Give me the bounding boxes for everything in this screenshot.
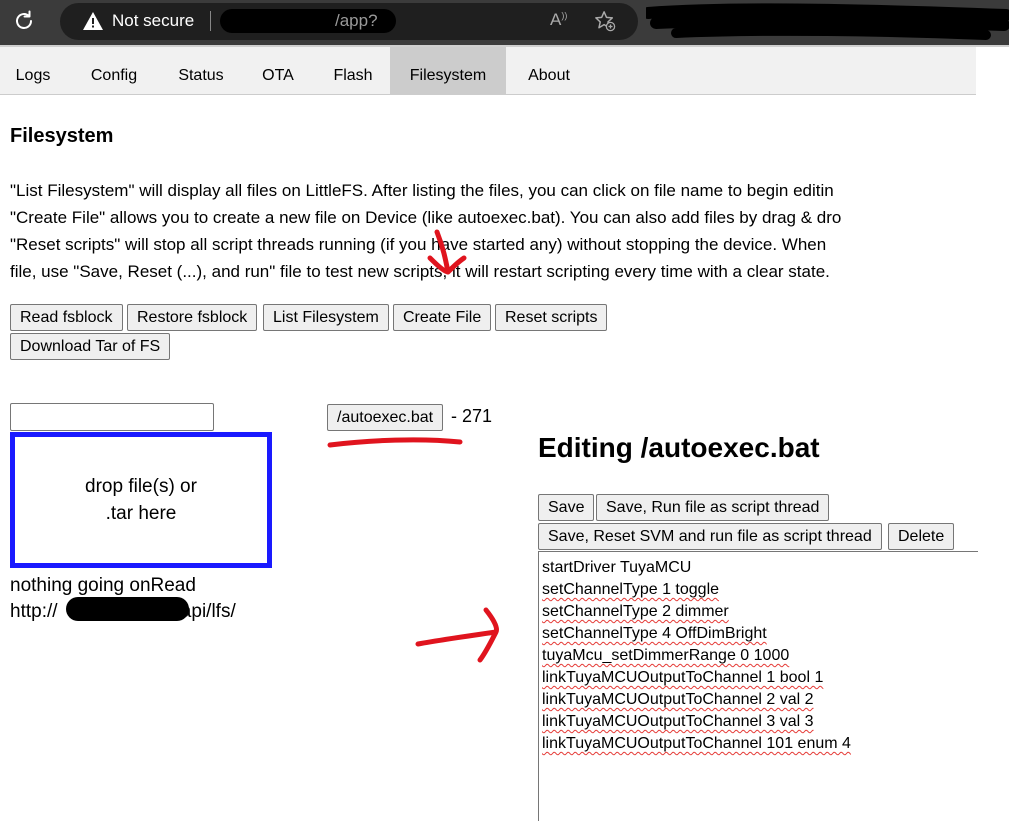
api-url-prefix: http:// (10, 601, 58, 622)
description-line: "Reset scripts" will stop all script thr… (10, 235, 827, 254)
save-button[interactable]: Save (538, 494, 595, 521)
code-line: linkTuyaMCUOutputToChannel 3 val 3 (542, 713, 814, 730)
security-label[interactable]: Not secure (112, 11, 194, 31)
description-line: "Create File" allows you to create a new… (10, 208, 842, 227)
tab-logs[interactable]: Logs (0, 47, 66, 95)
create-file-button[interactable]: Create File (393, 304, 492, 331)
code-line: tuyaMcu_setDimmerRange 0 1000 (542, 647, 790, 664)
read-aloud-icon[interactable]: A)) (550, 10, 567, 30)
save-reset-run-button[interactable]: Save, Reset SVM and run file as script t… (538, 523, 882, 550)
file-size: - 271 (451, 406, 493, 426)
description-line: "List Filesystem" will display all files… (10, 181, 834, 200)
page-title: Filesystem (10, 125, 114, 147)
redacted-scribble (646, 3, 1009, 40)
code-line: setChannelType 1 toggle (542, 581, 720, 598)
annotation-underline-file (327, 437, 463, 448)
code-line: linkTuyaMCUOutputToChannel 101 enum 4 (542, 735, 851, 752)
reload-icon[interactable] (12, 9, 36, 33)
code-line: linkTuyaMCUOutputToChannel 1 bool 1 (542, 669, 824, 686)
tab-about[interactable]: About (506, 47, 592, 95)
upload-status: nothing going onRead (10, 575, 196, 596)
description-line: file, use "Save, Reset (...), and run" f… (10, 262, 830, 281)
file-autoexec-button[interactable]: /autoexec.bat (327, 404, 444, 431)
tab-flash[interactable]: Flash (316, 47, 390, 95)
script-editor[interactable]: startDriver TuyaMCU setChannelType 1 tog… (538, 551, 978, 821)
tab-config[interactable]: Config (66, 47, 162, 95)
code-line: linkTuyaMCUOutputToChannel 2 val 2 (542, 691, 814, 708)
tab-ota[interactable]: OTA (240, 47, 316, 95)
read-fsblock-button[interactable]: Read fsblock (10, 304, 123, 331)
code-line: setChannelType 2 dimmer (542, 603, 729, 620)
delete-button[interactable]: Delete (888, 523, 955, 550)
description: "List Filesystem" will display all files… (10, 177, 976, 285)
address-bar[interactable]: Not secure /app? A)) (60, 3, 638, 40)
editor-title: Editing /autoexec.bat (538, 432, 820, 463)
favorite-star-icon[interactable] (594, 10, 616, 32)
download-tar-button[interactable]: Download Tar of FS (10, 333, 171, 360)
url-path[interactable]: /app? (335, 11, 378, 31)
restore-fsblock-button[interactable]: Restore fsblock (127, 304, 258, 331)
annotation-arrow-editor (415, 607, 499, 663)
new-filename-input[interactable] (10, 403, 214, 431)
drop-zone-line: .tar here (105, 503, 177, 524)
tab-filesystem[interactable]: Filesystem (390, 47, 506, 95)
warning-icon[interactable] (82, 11, 104, 31)
drop-zone-text: drop file(s) or .tar here (85, 473, 197, 527)
save-run-button[interactable]: Save, Run file as script thread (596, 494, 830, 521)
redacted-host (66, 597, 189, 621)
tab-status[interactable]: Status (162, 47, 240, 95)
list-filesystem-button[interactable]: List Filesystem (263, 304, 389, 331)
code-line: setChannelType 4 OffDimBright (542, 625, 767, 642)
drop-zone-line: drop file(s) or (85, 476, 197, 497)
tab-bar: Logs Config Status OTA Flash Filesystem … (0, 47, 976, 95)
address-separator (210, 11, 211, 31)
browser-toolbar: Not secure /app? A)) (0, 0, 1009, 45)
reset-scripts-button[interactable]: Reset scripts (495, 304, 608, 331)
code-line: startDriver TuyaMCU (542, 559, 692, 576)
drop-zone[interactable]: drop file(s) or .tar here (10, 432, 272, 568)
